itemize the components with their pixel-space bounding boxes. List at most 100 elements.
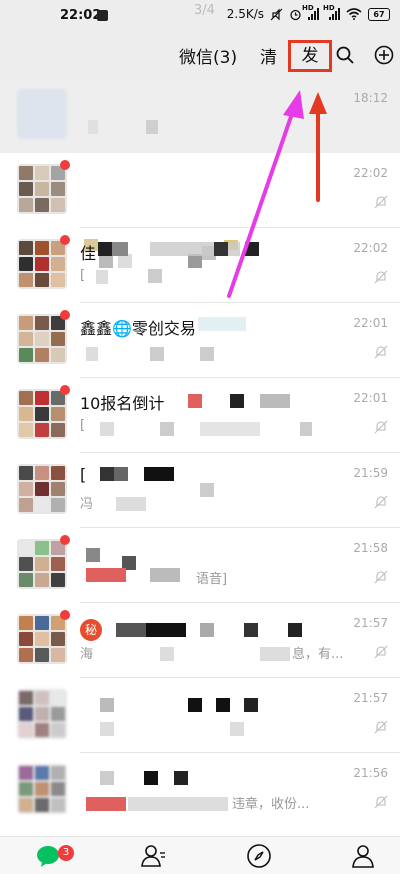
redacted-block [230, 394, 244, 408]
chat-preview: 违章，收份... [232, 797, 310, 812]
redacted-block [200, 347, 214, 361]
search-icon[interactable] [336, 46, 354, 64]
redacted-block [160, 647, 174, 661]
redacted-block [100, 698, 114, 712]
contacts-tab-icon[interactable] [140, 843, 166, 869]
chat-row[interactable]: 鑫鑫🌐零创交易 22:01 [0, 303, 400, 378]
alarm-icon [290, 9, 301, 20]
redacted-block [245, 242, 259, 256]
mute-bell-icon [374, 495, 388, 509]
avatar [17, 389, 67, 439]
chat-time: 22:01 [353, 316, 388, 330]
me-tab-icon[interactable] [350, 843, 376, 869]
chat-name: [ [80, 465, 87, 484]
redacted-block [100, 722, 114, 736]
redacted-block [116, 623, 146, 637]
avatar [17, 89, 67, 139]
mute-bell-icon [374, 195, 388, 209]
send-button-label: 发 [301, 46, 319, 66]
status-icons: 2.5K/s HD HD 67 [227, 4, 390, 21]
chat-time: 22:02 [353, 166, 388, 180]
chat-preview: 语音] [196, 572, 228, 587]
notification-icon [97, 10, 108, 21]
mute-bell-icon [374, 345, 388, 359]
redacted-block [214, 242, 228, 256]
chat-time: 22:01 [353, 391, 388, 405]
redacted-block [88, 120, 98, 134]
chat-row[interactable]: 21:57 [0, 678, 400, 753]
chat-name: 10报名倒计 [80, 394, 165, 413]
redacted-block [98, 242, 112, 256]
unread-dot [60, 535, 70, 545]
chat-row[interactable]: 22:02 [0, 153, 400, 283]
status-bar: 22:02 3/4 2.5K/s HD HD 67 [0, 0, 400, 34]
redacted-block [188, 698, 202, 712]
redacted-block [114, 467, 128, 481]
chat-row[interactable]: 佳 [ 22:02 [0, 228, 400, 303]
send-button[interactable]: 发 [288, 40, 332, 72]
chats-unread-badge: 3 [58, 845, 74, 861]
tab-bar: 3 [0, 836, 400, 874]
chat-row[interactable]: 违章，收份... 21:56 [0, 753, 400, 828]
mute-bell-icon [374, 645, 388, 659]
wifi-icon [346, 8, 362, 20]
chat-preview: 海 [80, 647, 94, 662]
redacted-block [144, 467, 174, 481]
redacted-block [244, 623, 258, 637]
chat-preview: [ [80, 418, 86, 433]
chat-list[interactable]: 18:12 22:02 佳 [22:02 鑫鑫🌐零创交易 22:01 10报名… [0, 78, 400, 836]
redacted-block [86, 347, 98, 361]
redacted-block [230, 722, 244, 736]
avatar [17, 464, 67, 514]
discover-compass-icon[interactable] [246, 843, 272, 869]
redacted-block [216, 698, 230, 712]
avatar [17, 164, 67, 214]
redacted-block [116, 497, 146, 511]
chat-row[interactable]: 语音] 21:58 [0, 528, 400, 603]
redacted-block [144, 771, 158, 785]
clear-button[interactable]: 清 [260, 43, 277, 68]
redacted-block [260, 647, 290, 661]
mute-bell-icon [374, 420, 388, 434]
chat-time: 21:57 [353, 616, 388, 630]
chat-row[interactable]: 18:12 [0, 78, 400, 153]
redacted-block [112, 242, 128, 256]
chat-time: 22:02 [353, 241, 388, 255]
redacted-block [200, 483, 214, 497]
chat-name: 鑫鑫🌐零创交易 [80, 319, 196, 338]
unread-dot [60, 610, 70, 620]
chat-row[interactable]: [ 冯 21:59 [0, 453, 400, 528]
chat-row[interactable]: 10报名倒计 [ 22:01 [0, 378, 400, 453]
chat-time: 21:56 [353, 766, 388, 780]
avatar [17, 239, 67, 289]
redacted-block [174, 771, 188, 785]
redacted-block [128, 797, 228, 811]
redacted-block [96, 270, 108, 284]
redacted-block [100, 467, 114, 481]
redacted-block [260, 394, 290, 408]
redacted-block [288, 623, 302, 637]
chat-row[interactable]: 秘 海 息，有... 21:57 [0, 603, 400, 678]
redacted-block [300, 422, 312, 436]
redacted-block [86, 548, 100, 562]
redacted-block [100, 771, 114, 785]
redacted-block [86, 797, 126, 811]
redacted-block [198, 317, 246, 331]
avatar [17, 539, 67, 589]
mute-bell-icon [374, 795, 388, 809]
plus-circle-icon[interactable] [374, 45, 394, 65]
chat-preview-extra: 息，有... [292, 647, 344, 662]
page-indicator: 3/4 [194, 3, 215, 18]
redacted-block [150, 347, 164, 361]
page-title: 微信(3) [179, 48, 238, 68]
unread-dot [60, 310, 70, 320]
status-time: 22:02 [60, 8, 102, 23]
redacted-block [244, 698, 258, 712]
redacted-block [200, 422, 260, 436]
app-header: 微信(3) 清 发 [0, 34, 400, 78]
chat-time: 21:59 [353, 466, 388, 480]
redacted-block [146, 623, 186, 637]
avatar [17, 314, 67, 364]
mute-bell-icon [374, 720, 388, 734]
redacted-block [200, 623, 214, 637]
